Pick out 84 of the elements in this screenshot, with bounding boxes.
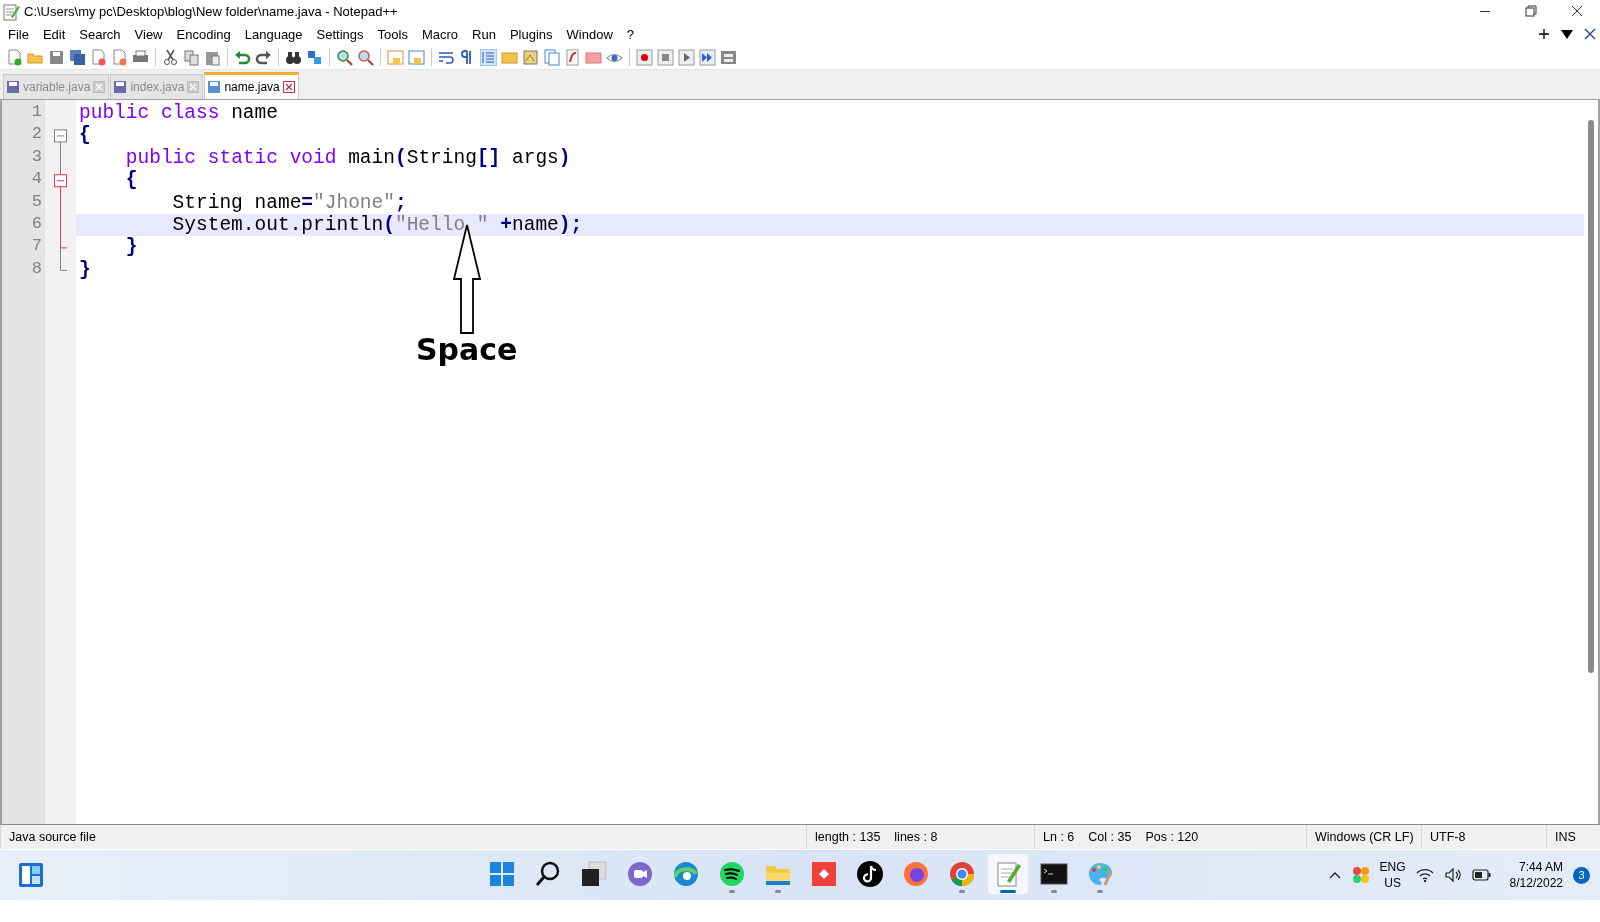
line-number: 2 bbox=[30, 124, 43, 146]
play-icon[interactable] bbox=[678, 48, 695, 66]
code-line: { bbox=[78, 124, 92, 147]
battery-icon[interactable] bbox=[1471, 868, 1492, 882]
record-icon[interactable] bbox=[636, 48, 653, 66]
line-number: 3 bbox=[30, 146, 43, 168]
code-line: public static void main(String[] args) bbox=[124, 146, 572, 170]
menu-item[interactable]: Search bbox=[72, 26, 128, 42]
clock-time[interactable]: 7:44 AM bbox=[1518, 859, 1563, 875]
function-list-icon[interactable] bbox=[564, 48, 581, 66]
zoom-out-icon[interactable] bbox=[357, 48, 374, 66]
menu-item[interactable]: Language bbox=[237, 26, 310, 42]
clock-date[interactable]: 8/12/2022 bbox=[1509, 875, 1563, 891]
line-number: 6 bbox=[30, 213, 43, 235]
document-map-icon[interactable] bbox=[543, 48, 560, 66]
code-line: { bbox=[124, 169, 139, 192]
notification-badge[interactable]: 3 bbox=[1573, 866, 1590, 884]
new-file-icon[interactable] bbox=[6, 48, 23, 66]
indent-guide-icon[interactable] bbox=[480, 48, 497, 66]
start-icon bbox=[487, 859, 517, 889]
menu-item[interactable]: Macro bbox=[414, 26, 466, 42]
browser-circle-icon bbox=[947, 859, 977, 889]
menu-item[interactable]: Plugins bbox=[502, 26, 560, 42]
dropdown-icon[interactable] bbox=[1560, 28, 1574, 40]
stop-icon[interactable] bbox=[657, 48, 674, 66]
scrollbar-thumb[interactable] bbox=[1588, 120, 1594, 673]
menu-item[interactable]: Window bbox=[559, 26, 620, 42]
menu-item[interactable]: Encoding bbox=[169, 26, 238, 42]
code-line: String name="Jhone"; bbox=[171, 191, 408, 214]
notepad-icon bbox=[2, 2, 20, 21]
line-number: 5 bbox=[30, 191, 43, 213]
menu-item[interactable]: Settings bbox=[309, 26, 371, 42]
fast-forward-icon[interactable] bbox=[699, 48, 716, 66]
fold-toggle-icon[interactable] bbox=[54, 129, 67, 143]
zoom-in-icon[interactable] bbox=[336, 48, 353, 66]
cut-icon[interactable] bbox=[162, 48, 179, 66]
status-text: Ln : 6 bbox=[1043, 830, 1075, 844]
music-circle-icon bbox=[717, 859, 747, 889]
redo-icon[interactable] bbox=[255, 48, 272, 66]
close-icon[interactable] bbox=[1584, 28, 1596, 40]
fox-globe-icon bbox=[901, 859, 931, 889]
code-line: public class name bbox=[78, 102, 279, 125]
code-line: } bbox=[124, 236, 139, 259]
close-file-icon[interactable] bbox=[90, 48, 107, 66]
window-title: C:\Users\my pc\Desktop\blog\New folder\name.java - Notepad++ bbox=[24, 4, 399, 19]
status-text: lines : 8 bbox=[894, 830, 938, 844]
note-circle-icon bbox=[855, 859, 885, 889]
code-line: } bbox=[78, 258, 92, 282]
line-number: 1 bbox=[30, 102, 43, 123]
annotation-label: Space bbox=[416, 332, 518, 367]
speaker-icon[interactable] bbox=[1443, 867, 1462, 883]
video-chat-icon bbox=[625, 859, 655, 889]
status-text: UTF-8 bbox=[1430, 830, 1466, 844]
save-icon[interactable] bbox=[48, 48, 65, 66]
region-text[interactable]: US bbox=[1384, 875, 1401, 891]
browser-wave-icon bbox=[671, 859, 701, 889]
undo-icon[interactable] bbox=[234, 48, 251, 66]
line-number: 4 bbox=[30, 169, 43, 191]
menu-item[interactable]: Edit bbox=[35, 26, 73, 42]
copy-icon[interactable] bbox=[183, 48, 200, 66]
menu-item[interactable]: Tools bbox=[370, 26, 415, 42]
line-number: 7 bbox=[30, 236, 43, 258]
menu-item[interactable]: File bbox=[1, 26, 36, 42]
windows-stack-icon bbox=[579, 859, 609, 889]
save-macro-icon[interactable] bbox=[720, 48, 737, 66]
widgets-icon[interactable] bbox=[18, 862, 44, 888]
menu-item[interactable]: Run bbox=[465, 26, 503, 42]
status-text: Col : 35 bbox=[1088, 830, 1132, 844]
colorful-app-icon[interactable] bbox=[1351, 866, 1370, 884]
file-tab[interactable]: name.java bbox=[204, 72, 299, 99]
status-text: Pos : 120 bbox=[1145, 830, 1199, 844]
wifi-icon[interactable] bbox=[1415, 867, 1434, 883]
save-all-icon[interactable] bbox=[69, 48, 86, 66]
status-text: length : 135 bbox=[815, 830, 881, 844]
menu-item[interactable]: View bbox=[127, 26, 170, 42]
line-number: 8 bbox=[30, 258, 43, 280]
menu-item[interactable]: ? bbox=[619, 26, 642, 42]
status-text: Windows (CR LF) bbox=[1315, 830, 1414, 844]
language-text[interactable]: ENG bbox=[1379, 859, 1406, 875]
close-icon[interactable] bbox=[282, 81, 295, 93]
status-text: Java source file bbox=[9, 830, 96, 844]
close-all-icon[interactable] bbox=[111, 48, 128, 66]
plus-icon[interactable] bbox=[1538, 28, 1550, 40]
status-text: INS bbox=[1555, 830, 1576, 844]
